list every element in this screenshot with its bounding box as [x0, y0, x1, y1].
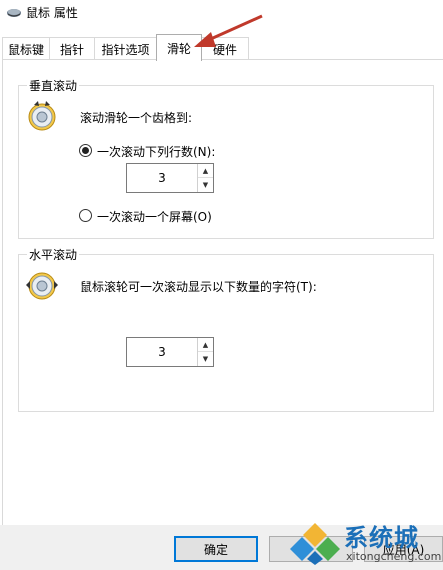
brand-url: xitongcheng.com: [346, 550, 442, 563]
tab-wheel[interactable]: 滑轮: [156, 34, 202, 61]
chars-spinbox[interactable]: 3 ▲ ▼: [126, 337, 214, 367]
screen-option-label[interactable]: 一次滚动一个屏幕(O): [97, 208, 212, 225]
tab-strip: 鼠标键 指针 指针选项 滑轮 硬件: [0, 34, 443, 61]
title-bar: 鼠标 属性: [0, 0, 443, 26]
mouse-icon: [6, 6, 22, 23]
spin-buttons: ▲ ▼: [197, 164, 213, 192]
tab-hardware[interactable]: 硬件: [201, 37, 249, 60]
watermark: 系统城 xitongcheng.com: [288, 517, 443, 570]
chars-value[interactable]: 3: [127, 338, 197, 366]
tab-pointer-options[interactable]: 指针选项: [94, 37, 157, 60]
spin-buttons: ▲ ▼: [197, 338, 213, 366]
vertical-scrolling-group: 垂直滚动 滚动滑轮一个齿格到: 一次滚动下列行数(N): 3 ▲ ▼ 一次滚动一…: [18, 77, 434, 239]
lines-option-label[interactable]: 一次滚动下列行数(N):: [97, 143, 215, 160]
group-title: 垂直滚动: [27, 77, 80, 94]
screen-radio[interactable]: [79, 209, 92, 222]
mouse-wheel-icon: [25, 99, 59, 136]
horizontal-scrolling-group: 水平滚动 鼠标滚轮可一次滚动显示以下数量的字符(T): 3 ▲ ▼: [18, 246, 434, 412]
spin-up-icon[interactable]: ▲: [198, 338, 213, 352]
lines-spinbox[interactable]: 3 ▲ ▼: [126, 163, 214, 193]
tab-pointers[interactable]: 指针: [49, 37, 95, 60]
group-title: 水平滚动: [27, 246, 80, 263]
tab-buttons[interactable]: 鼠标键: [2, 37, 50, 60]
wheel-panel: 垂直滚动 滚动滑轮一个齿格到: 一次滚动下列行数(N): 3 ▲ ▼ 一次滚动一…: [2, 60, 443, 525]
lines-radio[interactable]: [79, 144, 92, 157]
brand-name: 系统城: [344, 524, 419, 552]
vertical-description: 滚动滑轮一个齿格到:: [80, 111, 193, 125]
spin-down-icon[interactable]: ▼: [198, 178, 213, 192]
lines-value[interactable]: 3: [127, 164, 197, 192]
brand-logo-icon: [290, 521, 340, 568]
spin-down-icon[interactable]: ▼: [198, 352, 213, 366]
window-title: 鼠标 属性: [26, 6, 78, 20]
ok-button[interactable]: 确定: [174, 536, 258, 562]
mouse-wheel-icon: [25, 268, 59, 305]
spin-up-icon[interactable]: ▲: [198, 164, 213, 178]
horizontal-description: 鼠标滚轮可一次滚动显示以下数量的字符(T):: [80, 280, 317, 294]
